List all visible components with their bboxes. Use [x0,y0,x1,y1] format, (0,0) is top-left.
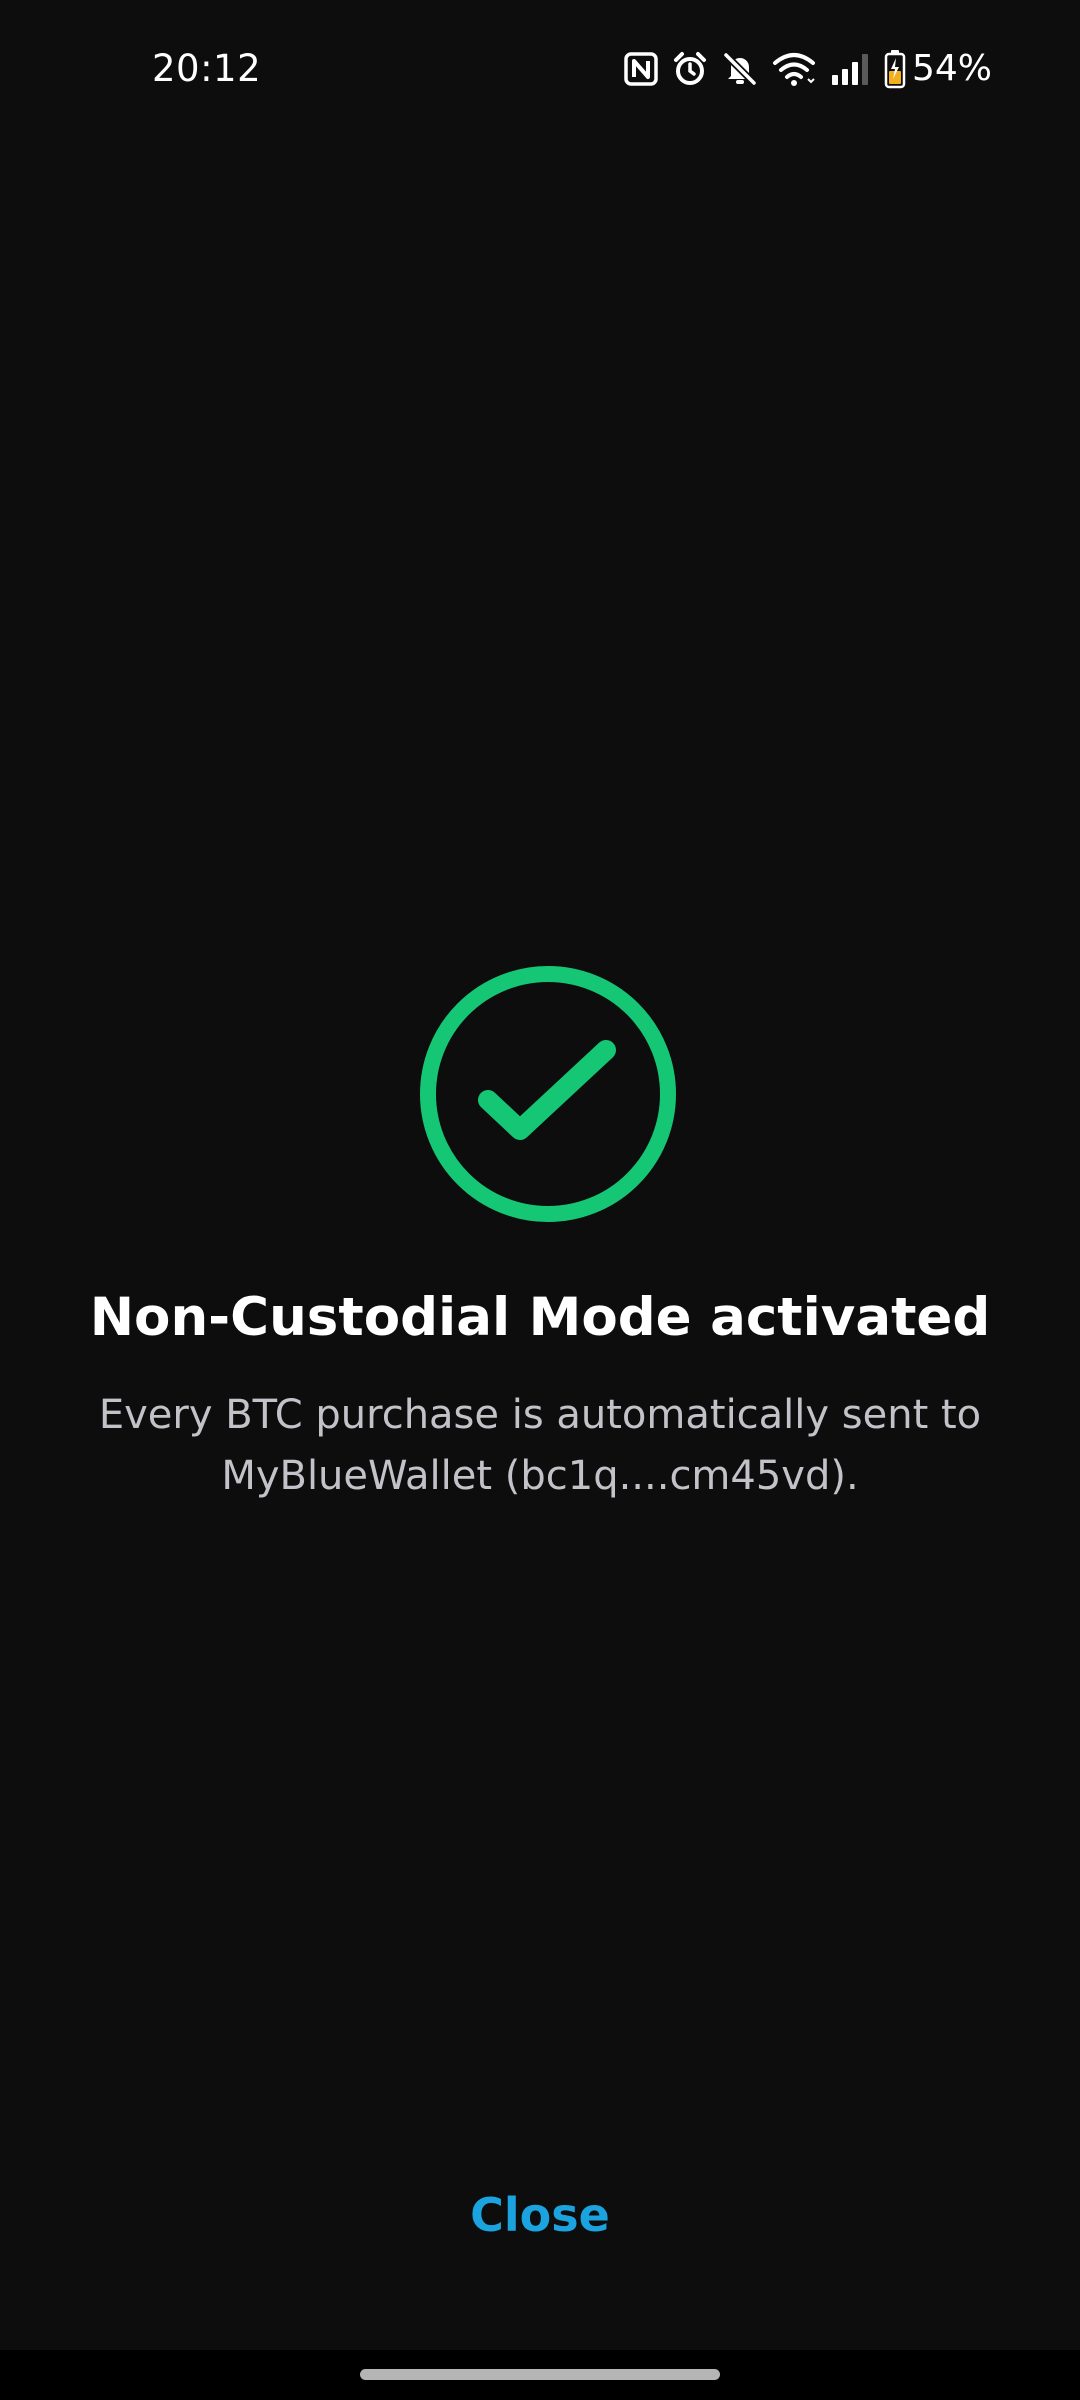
alarm-icon [673,52,706,85]
page-title: Non-Custodial Mode activated [89,1287,991,1348]
status-bar: 20:12 54% [0,0,1080,140]
status-icons: 54% [610,46,992,92]
home-indicator[interactable] [360,2369,720,2380]
description-line-2: MyBlueWallet (bc1q....cm45vd). [221,1453,859,1499]
check-circle-icon [420,966,676,1222]
status-time: 20:12 [152,47,262,90]
bell-muted-icon [723,52,757,86]
signal-icon [831,54,868,85]
wifi-icon [772,53,815,86]
description-line-1: Every BTC purchase is automatically sent… [98,1392,982,1438]
battery-charging-icon [884,50,906,89]
close-button[interactable]: Close [390,2180,690,2250]
battery-percentage: 54% [911,48,992,89]
nfc-icon [624,52,658,86]
description-text: Every BTC purchase is automatically sent… [60,1385,1020,1507]
navigation-bar [0,2350,1080,2400]
